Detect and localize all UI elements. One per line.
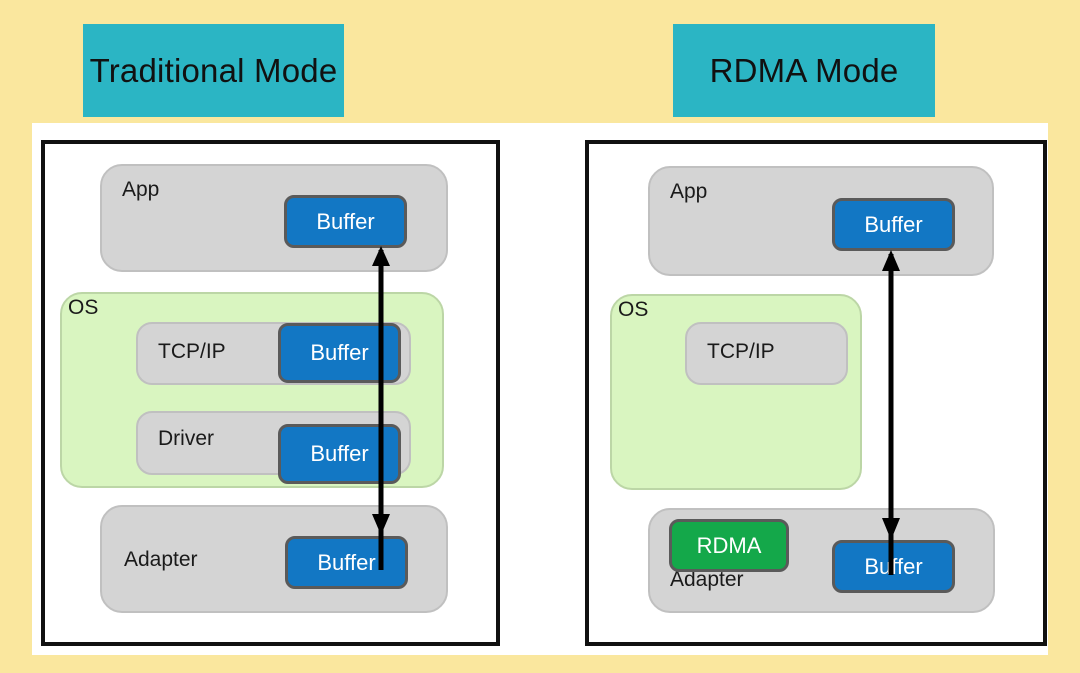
- arrow-group-rdma: [882, 250, 900, 575]
- arrow-down-rdma: [882, 254, 900, 540]
- diagram-canvas: Traditional Mode RDMA Mode App Buffer OS…: [0, 0, 1080, 673]
